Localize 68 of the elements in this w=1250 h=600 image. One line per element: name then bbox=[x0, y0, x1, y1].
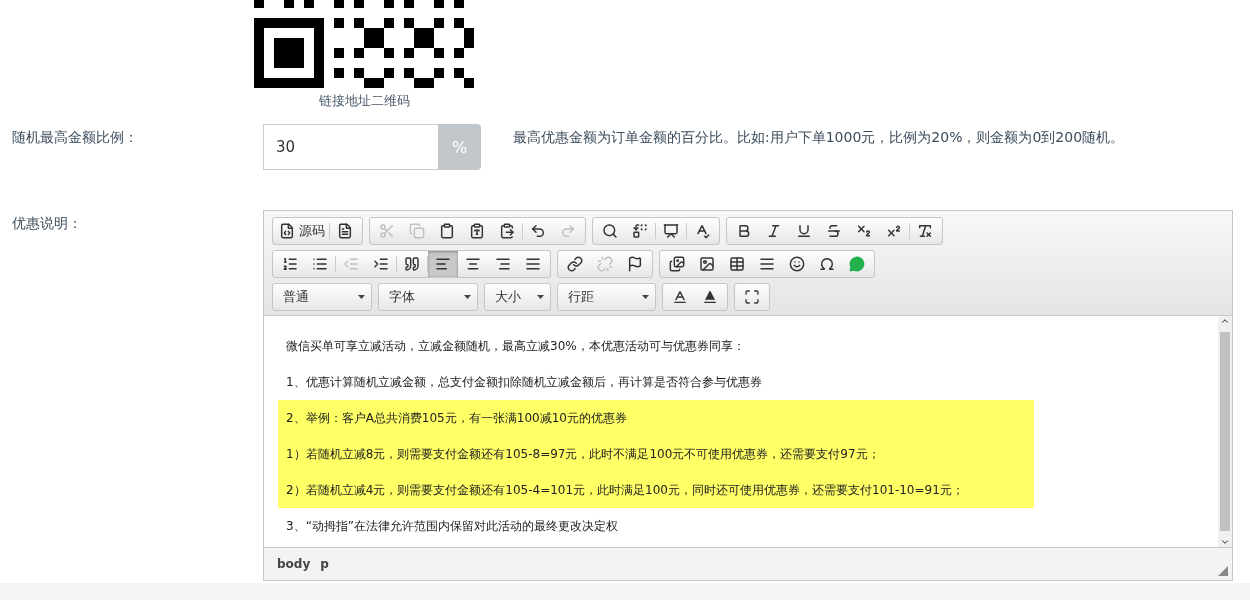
scrollbar[interactable] bbox=[1218, 316, 1232, 547]
scissors-icon bbox=[379, 223, 395, 239]
field-label: 优惠说明： bbox=[11, 214, 83, 233]
justify-icon bbox=[525, 256, 541, 272]
format-dropdown[interactable]: 大小 bbox=[484, 283, 551, 311]
clipboard-text-icon bbox=[469, 223, 485, 239]
numbered-list-icon bbox=[282, 256, 298, 272]
align-right-icon bbox=[495, 256, 511, 272]
replace-icon bbox=[632, 223, 648, 239]
clipboard-icon bbox=[439, 223, 455, 239]
redo-icon bbox=[560, 223, 576, 239]
table-icon bbox=[729, 256, 745, 272]
unlink-icon bbox=[597, 256, 613, 272]
strikethrough-icon bbox=[826, 223, 842, 239]
text-color-icon bbox=[672, 289, 688, 305]
smiley-icon bbox=[789, 256, 805, 272]
content-paragraph: 3、“动拇指”在法律允许范围内保留对此活动的最终更改决定权 bbox=[285, 518, 620, 535]
scroll-down-icon[interactable] bbox=[1220, 537, 1230, 547]
content-paragraph: 微信买单可享立减活动，立减金额随机，最高立减30%，本优惠活动可与优惠券同享： bbox=[285, 338, 746, 355]
format-dropdown[interactable]: 普通 bbox=[272, 283, 372, 311]
caret-icon bbox=[464, 295, 471, 299]
ratio-input[interactable]: 30 bbox=[263, 124, 438, 170]
resize-grip-icon bbox=[1218, 566, 1228, 576]
copy-icon bbox=[409, 223, 425, 239]
percent-addon: % bbox=[438, 124, 481, 170]
align-left-icon bbox=[435, 256, 451, 272]
content-paragraph: 1）若随机立减8元，则需要支付金额还有105-8=97元，此时不满足100元不可使用优惠券，还需要支付97元； bbox=[278, 436, 1034, 472]
outdent-icon bbox=[343, 256, 359, 272]
images-icon bbox=[669, 256, 685, 272]
format-dropdown[interactable]: 字体 bbox=[378, 283, 478, 311]
background-color-icon bbox=[702, 289, 718, 305]
toolbar-button[interactable] bbox=[428, 251, 458, 277]
chat-icon bbox=[849, 256, 865, 272]
caret-icon bbox=[642, 295, 649, 299]
omega-icon bbox=[819, 256, 835, 272]
caret-icon bbox=[358, 295, 365, 299]
align-center-icon bbox=[465, 256, 481, 272]
qr-caption: 链接地址二维码 bbox=[318, 92, 410, 110]
link-icon bbox=[567, 256, 583, 272]
flag-icon bbox=[627, 256, 643, 272]
content-paragraph: 2、举例：客户A总共消费105元，有一张满100减10元的优惠券 bbox=[278, 400, 1034, 436]
spellcheck-icon bbox=[694, 223, 710, 239]
image-icon bbox=[699, 256, 715, 272]
toolbar-button[interactable]: 源码 bbox=[275, 218, 329, 244]
indent-icon bbox=[373, 256, 389, 272]
content-paragraph: 1、优惠计算随机立减金额，总支付金额扣除随机立减金额后，再计算是否符合参与优惠券 bbox=[285, 374, 763, 391]
source-icon bbox=[279, 223, 295, 239]
superscript-icon bbox=[886, 223, 902, 239]
help-text: 最高优惠金额为订单金额的百分比。比如:用户下单1000元，比例为20%，则金额为0到200随机。 bbox=[513, 128, 1125, 147]
maximize-icon bbox=[744, 289, 760, 305]
template-icon bbox=[663, 223, 679, 239]
underline-icon bbox=[796, 223, 812, 239]
bold-icon bbox=[736, 223, 752, 239]
bullet-list-icon bbox=[312, 256, 328, 272]
caret-icon bbox=[537, 295, 544, 299]
element-path[interactable]: body bbox=[277, 557, 311, 571]
undo-icon bbox=[530, 223, 546, 239]
element-path[interactable]: p bbox=[320, 557, 329, 571]
scroll-up-icon[interactable] bbox=[1220, 316, 1230, 326]
search-icon bbox=[602, 223, 618, 239]
document-icon bbox=[337, 223, 353, 239]
format-dropdown[interactable]: 行距 bbox=[557, 283, 656, 311]
subscript-icon bbox=[856, 223, 872, 239]
quote-icon bbox=[404, 256, 420, 272]
clear-format-icon bbox=[917, 223, 933, 239]
italic-icon bbox=[766, 223, 782, 239]
field-label: 随机最高金额比例： bbox=[11, 128, 139, 147]
content-paragraph: 2）若随机立减4元，则需要支付金额还有105-4=101元，此时满足100元，同时还可使用优惠券，还需要支付101-10=91元； bbox=[278, 472, 1034, 508]
